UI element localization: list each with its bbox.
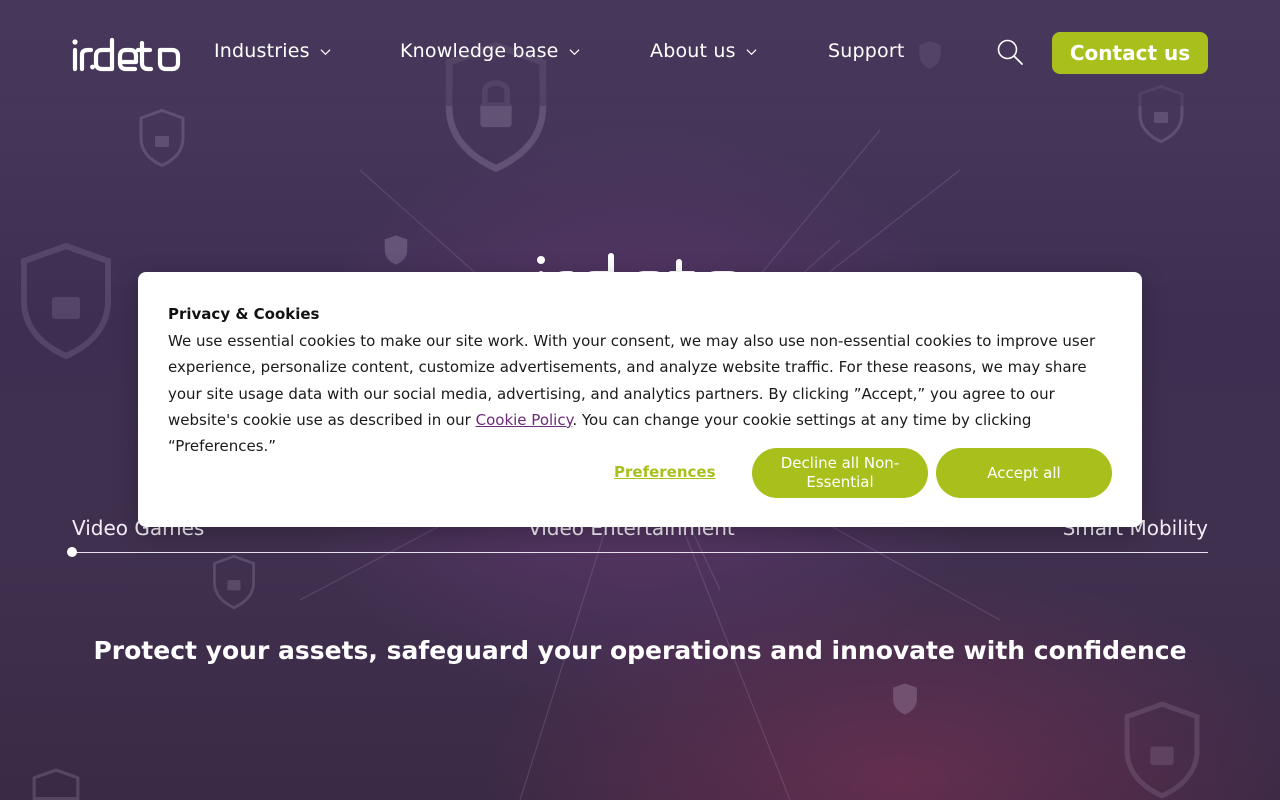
nav-support[interactable]: Support [828, 40, 905, 62]
slider-handle[interactable] [67, 547, 77, 557]
irdeto-logo-mark [72, 37, 181, 72]
decline-non-essential-button[interactable]: Decline all Non-Essential [752, 448, 928, 498]
search-icon [997, 39, 1023, 65]
contact-us-button[interactable]: Contact us [1052, 32, 1208, 74]
accept-all-button[interactable]: Accept all [936, 448, 1112, 498]
cookie-dialog-text: We use essential cookies to make our sit… [168, 328, 1118, 459]
chevron-down-icon [746, 48, 757, 55]
nav-about-us-label: About us [650, 40, 736, 62]
site-header: Industries Knowledge base About us Suppo… [0, 0, 1280, 106]
nav-support-label: Support [828, 40, 905, 62]
shield-lock-icon [213, 554, 255, 610]
nav-industries[interactable]: Industries [214, 40, 331, 62]
chevron-down-icon [320, 48, 331, 55]
nav-knowledge-base[interactable]: Knowledge base [400, 40, 580, 62]
irdeto-logo[interactable] [72, 36, 182, 72]
preferences-button[interactable]: Preferences [614, 463, 716, 481]
chevron-down-icon [569, 48, 580, 55]
cookie-policy-link[interactable]: Cookie Policy [476, 411, 573, 429]
shield-lock-icon [384, 235, 408, 265]
shield-lock-icon [139, 108, 185, 168]
nav-about-us[interactable]: About us [650, 40, 757, 62]
shield-lock-icon [21, 242, 111, 360]
shield-lock-icon [1124, 701, 1200, 799]
cookie-dialog-title: Privacy & Cookies [168, 305, 320, 323]
shield-lock-icon [32, 768, 80, 800]
hero-tagline: Protect your assets, safeguard your oper… [93, 636, 1187, 665]
decline-button-label: Decline all Non-Essential [780, 454, 900, 491]
search-button[interactable] [996, 38, 1024, 66]
nav-industries-label: Industries [214, 40, 310, 62]
slider-track[interactable] [72, 552, 1208, 553]
shield-lock-icon [893, 683, 917, 715]
cookie-consent-dialog: Privacy & Cookies We use essential cooki… [138, 272, 1142, 527]
nav-knowledge-base-label: Knowledge base [400, 40, 559, 62]
